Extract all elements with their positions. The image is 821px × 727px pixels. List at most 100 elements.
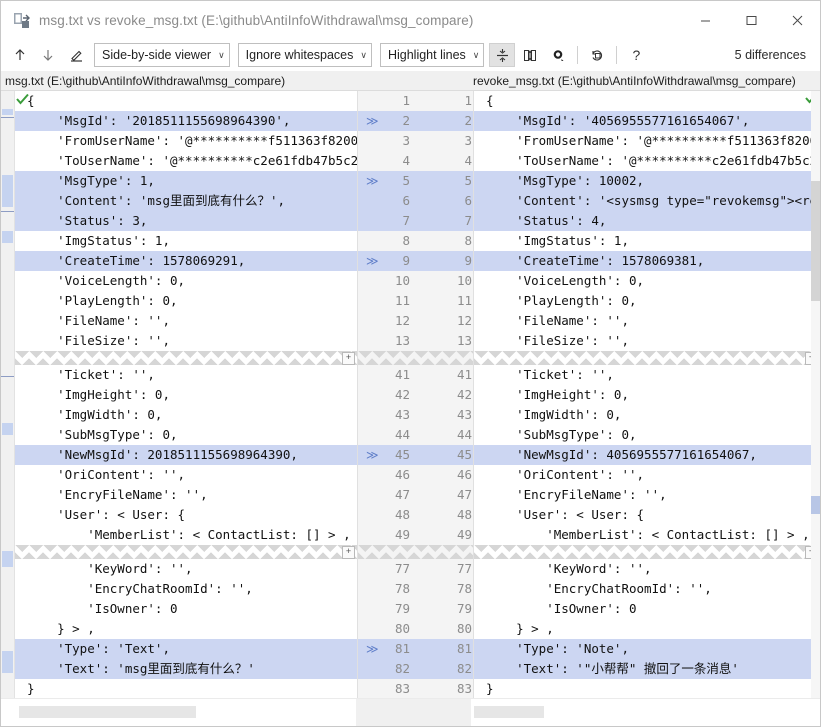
line-number-right: 48 [456,507,472,522]
synchronize-panes-icon[interactable] [517,43,543,67]
code-line-right[interactable]: 'ToUserName': '@**********c2e61fdb47b5c2… [474,151,820,171]
code-line-right[interactable]: 'EncryFileName': '', [474,485,820,505]
code-line-right[interactable]: 'Status': 4, [474,211,820,231]
code-line-left[interactable]: 'ImgStatus': 1, [15,231,357,251]
difference-count: 5 differences [734,48,806,62]
code-line-left[interactable]: 'SubMsgType': 0, [15,425,357,445]
code-line-right[interactable]: 'CreateTime': 1578069381, [474,251,820,271]
collapsed-region-separator[interactable] [358,545,473,559]
code-line-left[interactable]: 'Status': 3, [15,211,357,231]
left-horizontal-scrollbar[interactable] [19,706,196,718]
code-line-right[interactable]: 'FileName': '', [474,311,820,331]
line-number-right: 45 [456,447,472,462]
code-line-left[interactable]: 'NewMsgId': 2018511155698964390, [15,445,357,465]
collapsed-region-separator[interactable] [358,351,473,365]
left-diff-overview[interactable] [1,91,15,698]
code-line-left[interactable]: 'PlayLength': 0, [15,291,357,311]
code-line-right[interactable]: 'Type': 'Note', [474,639,820,659]
gutter-line: ≫≪22 [358,111,489,131]
highlight-select[interactable]: Highlight lines ∨ [379,43,485,67]
code-line-left[interactable]: 'IsOwner': 0 [15,599,357,619]
code-line-left[interactable]: 'MemberList': < ContactList: [] > , [15,525,357,545]
code-line-right[interactable]: } [474,679,820,698]
collapse-unchanged-icon[interactable] [489,43,516,67]
code-line-right[interactable]: 'SubMsgType': 0, [474,425,820,445]
code-line-left[interactable]: 'VoiceLength': 0, [15,271,357,291]
swap-sides-icon[interactable] [584,43,610,67]
close-button[interactable] [774,1,820,39]
collapsed-region-separator[interactable]: + [15,351,357,365]
collapsed-region-separator[interactable]: + [15,545,357,559]
code-line-right[interactable]: 'MsgType': 10002, [474,171,820,191]
code-line-right[interactable]: 'PlayLength': 0, [474,291,820,311]
code-line-right[interactable]: 'ImgHeight': 0, [474,385,820,405]
code-line-left[interactable]: 'ImgHeight': 0, [15,385,357,405]
code-line-right[interactable]: } > , [474,619,820,639]
code-line-right[interactable]: 'OriContent': '', [474,465,820,485]
code-line-left[interactable]: 'FileSize': '', [15,331,357,351]
right-file-path: revoke_msg.txt (E:\github\AntiInfoWithdr… [473,73,796,88]
code-line-left[interactable]: 'MsgId': '2018511155698964390', [15,111,357,131]
code-line-right[interactable]: 'MsgId': '4056955577161654067', [474,111,820,131]
help-icon[interactable]: ? [623,43,649,67]
minimize-button[interactable] [682,1,728,39]
line-number-right: 43 [456,407,472,422]
code-line-right[interactable]: 'Text': '"小帮帮" 撤回了一条消息' [474,659,820,679]
file-header-bar: msg.txt (E:\github\AntiInfoWithdrawal\ms… [1,71,820,91]
collapsed-region-separator[interactable]: + [474,351,820,365]
maximize-button[interactable] [728,1,774,39]
line-number-left: 4 [402,153,410,168]
right-horizontal-scrollbar[interactable] [474,706,544,718]
right-code-pane[interactable]: { 'MsgId': '4056955577161654067', 'FromU… [474,91,820,698]
highlight-select-value: Highlight lines [387,48,466,62]
arrow-up-icon[interactable] [7,43,33,67]
code-line-right[interactable]: 'FileSize': '', [474,331,820,351]
code-line-left[interactable]: 'FromUserName': '@**********f511363f8200… [15,131,357,151]
code-line-right[interactable]: 'MemberList': < ContactList: [] > , [474,525,820,545]
code-line-right[interactable]: 'VoiceLength': 0, [474,271,820,291]
arrow-down-icon[interactable] [35,43,61,67]
code-line-left[interactable]: } > , [15,619,357,639]
expand-region-button[interactable]: + [342,546,355,559]
code-line-left[interactable]: } [15,679,357,698]
line-number-right: 3 [464,133,472,148]
gutter-line: ≫≪55 [358,171,489,191]
code-line-left[interactable]: 'KeyWord': '', [15,559,357,579]
code-line-left[interactable]: 'Type': 'Text', [15,639,357,659]
code-line-right[interactable]: 'NewMsgId': 4056955577161654067, [474,445,820,465]
whitespace-select-value: Ignore whitespaces [245,48,354,62]
code-line-right[interactable]: 'Content': '<sysmsg type="revokemsg"><re… [474,191,820,211]
code-line-right[interactable]: 'ImgStatus': 1, [474,231,820,251]
gear-icon[interactable] [545,43,571,67]
code-line-left[interactable]: 'EncryChatRoomId': '', [15,579,357,599]
code-line-left[interactable]: 'Ticket': '', [15,365,357,385]
code-line-left[interactable]: 'CreateTime': 1578069291, [15,251,357,271]
code-line-right[interactable]: 'User': < User: { [474,505,820,525]
right-vertical-scrollbar[interactable] [811,91,820,698]
code-line-left[interactable]: 'ImgWidth': 0, [15,405,357,425]
whitespace-select[interactable]: Ignore whitespaces ∨ [237,43,372,67]
code-line-left[interactable]: 'Text': 'msg里面到底有什么？' [15,659,357,679]
right-scroll-marker [811,496,820,514]
code-line-left[interactable]: 'OriContent': '', [15,465,357,485]
code-line-right[interactable]: 'FromUserName': '@**********f511363f8200… [474,131,820,151]
viewer-select[interactable]: Side-by-side viewer ∨ [94,43,230,67]
code-line-left[interactable]: 'ToUserName': '@**********c2e61fdb47b5c2… [15,151,357,171]
code-line-left[interactable]: 'EncryFileName': '', [15,485,357,505]
code-line-right[interactable]: 'KeyWord': '', [474,559,820,579]
code-line-left[interactable]: { [15,91,357,111]
left-code-pane[interactable]: { 'MsgId': '2018511155698964390', 'FromU… [15,91,357,698]
code-line-left[interactable]: 'MsgType': 1, [15,171,357,191]
collapsed-region-separator[interactable]: + [474,545,820,559]
code-line-right[interactable]: 'IsOwner': 0 [474,599,820,619]
right-scroll-thumb[interactable] [811,181,820,301]
code-line-left[interactable]: 'FileName': '', [15,311,357,331]
code-line-right[interactable]: { [474,91,820,111]
code-line-right[interactable]: 'ImgWidth': 0, [474,405,820,425]
pencil-icon[interactable] [63,43,89,67]
expand-region-button[interactable]: + [342,352,355,365]
code-line-right[interactable]: 'Ticket': '', [474,365,820,385]
code-line-left[interactable]: 'User': < User: { [15,505,357,525]
code-line-right[interactable]: 'EncryChatRoomId': '', [474,579,820,599]
code-line-left[interactable]: 'Content': 'msg里面到底有什么？', [15,191,357,211]
